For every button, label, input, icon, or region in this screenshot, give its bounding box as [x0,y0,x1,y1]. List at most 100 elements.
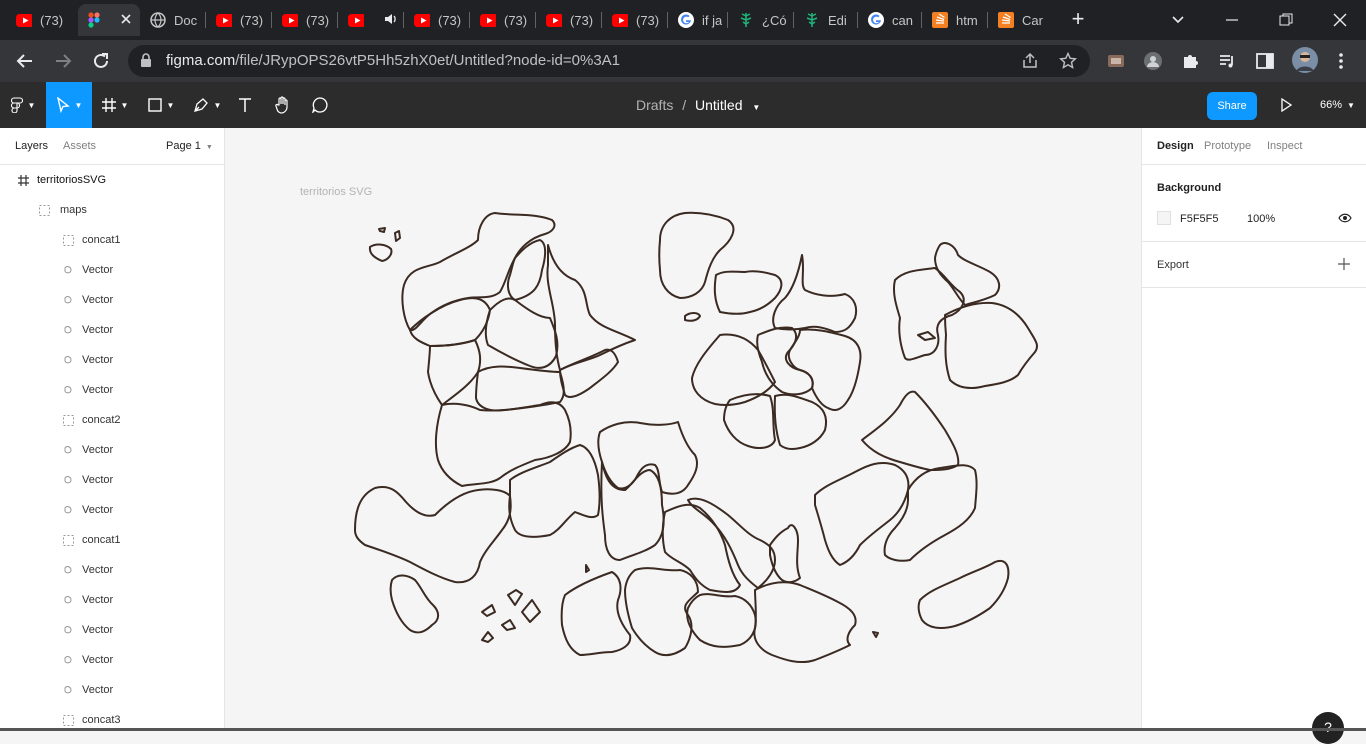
layer-row[interactable]: Vector [0,555,225,585]
layer-row[interactable]: Vector [0,495,225,525]
plus-icon[interactable] [1338,258,1350,270]
forward-button[interactable] [50,48,76,74]
tab-title: htm [956,12,978,28]
text-tool[interactable] [230,82,260,128]
rectangle-icon [147,98,162,112]
tab-title: (73) [438,12,462,28]
present-button[interactable] [1272,82,1300,128]
layer-row[interactable]: Vector [0,315,225,345]
comment-tool[interactable] [305,82,335,128]
layer-row[interactable]: Vector [0,615,225,645]
vector-icon [62,594,74,606]
layers-panel: Layers Assets Page 1 ▼ territoriosSVG maps… [0,128,225,731]
layer-row[interactable]: Vector [0,645,225,675]
layer-row[interactable]: Vector [0,675,225,705]
territory-shape [508,444,601,538]
hand-tool[interactable] [268,82,298,128]
browser-tab[interactable]: if ja [670,4,722,36]
address-field[interactable]: figma.com/file/JRypOPS26vtP5Hh5zhX0et/Un… [128,45,1090,77]
layer-row[interactable]: Vector [0,285,225,315]
layer-row[interactable]: Vector [0,375,225,405]
layer-row[interactable]: Vector [0,585,225,615]
frame-tool[interactable]: ▼ [92,82,138,128]
browser-tab[interactable]: (73) [604,4,664,36]
browser-tab[interactable]: (73) [538,4,598,36]
media-playlist-icon[interactable] [1215,49,1239,73]
url-text: figma.com/file/JRypOPS26vtP5Hh5zhX0et/Un… [166,52,621,69]
zoom-menu[interactable]: 66% ▼ [1320,99,1355,111]
back-button[interactable] [12,48,38,74]
layer-row[interactable]: Vector [0,345,225,375]
layer-row[interactable]: territoriosSVG [0,165,225,195]
layer-row[interactable]: Vector [0,465,225,495]
canvas[interactable]: territorios SVG [226,128,1141,731]
speaker-icon[interactable] [384,12,398,29]
browser-tab[interactable]: (73) [472,4,532,36]
territory-shape [917,559,1010,629]
file-menu-chevron-icon[interactable]: ▼ [752,103,760,112]
export-section: Export [1142,242,1366,288]
extension-profile-icon[interactable] [1141,49,1165,73]
tab-assets[interactable]: Assets [63,140,96,152]
layer-row[interactable]: Vector [0,255,225,285]
tab-design[interactable]: Design [1157,140,1194,152]
browser-tab[interactable]: htm [924,4,982,36]
share-page-icon[interactable] [1021,52,1039,70]
territories-map[interactable] [226,128,1141,731]
browser-tab[interactable]: (73) [406,4,466,36]
browser-menu-button[interactable] [1329,49,1353,73]
background-hex-input[interactable]: F5F5F5 [1180,213,1219,225]
territory-shape [484,297,559,369]
layer-row[interactable]: concat2 [0,405,225,435]
tab-search-button[interactable] [1164,6,1192,34]
new-tab-button[interactable]: + [1066,8,1090,32]
browser-tab[interactable] [340,4,400,36]
browser-tab[interactable]: ¿Có [730,4,788,36]
tab-separator [205,12,206,28]
star-icon[interactable] [1059,52,1077,70]
territory-shape [501,619,516,631]
tab-separator [727,12,728,28]
browser-tab[interactable]: Car [990,4,1048,36]
browser-tab[interactable] [78,4,140,36]
pen-tool[interactable]: ▼ [184,82,230,128]
eye-icon[interactable] [1338,213,1352,223]
layer-row[interactable]: concat1 [0,525,225,555]
share-button[interactable]: Share [1207,92,1257,120]
page-selector[interactable]: Page 1 ▼ [166,140,213,152]
browser-tab[interactable]: Edi [796,4,854,36]
layer-name: concat3 [82,714,121,726]
extension-archive-icon[interactable] [1104,49,1128,73]
browser-tab[interactable]: (73) [274,4,334,36]
layer-row[interactable]: Vector [0,435,225,465]
browser-tab[interactable]: can [860,4,918,36]
close-tab-icon[interactable] [120,12,132,28]
tab-prototype[interactable]: Prototype [1204,140,1251,152]
territory-shape [687,497,776,589]
territory-shape [378,227,386,233]
tab-inspect[interactable]: Inspect [1267,140,1302,152]
browser-tab[interactable]: (73) [208,4,268,36]
layer-row[interactable]: maps [0,195,225,225]
browser-tab[interactable]: Doc [142,4,202,36]
profile-avatar[interactable] [1291,46,1319,74]
arrow-left-icon [16,54,32,68]
layer-row[interactable]: concat1 [0,225,225,255]
youtube-icon [282,12,298,28]
minimize-button[interactable] [1218,6,1246,34]
extensions-puzzle-icon[interactable] [1178,49,1202,73]
file-name[interactable]: Untitled [695,97,742,113]
layer-name: concat1 [82,534,121,546]
close-window-button[interactable] [1326,6,1354,34]
tab-layers[interactable]: Layers [15,140,48,152]
restore-button[interactable] [1272,6,1300,34]
side-panel-icon[interactable] [1253,49,1277,73]
background-swatch[interactable] [1157,211,1171,225]
breadcrumb-drafts[interactable]: Drafts [636,97,673,113]
shape-tool[interactable]: ▼ [138,82,184,128]
main-menu-button[interactable]: ▼ [0,82,46,128]
background-opacity-input[interactable]: 100% [1247,213,1275,225]
reload-button[interactable] [88,48,114,74]
move-tool[interactable]: ▼ [46,82,92,128]
browser-tab[interactable]: (73) [8,4,68,36]
